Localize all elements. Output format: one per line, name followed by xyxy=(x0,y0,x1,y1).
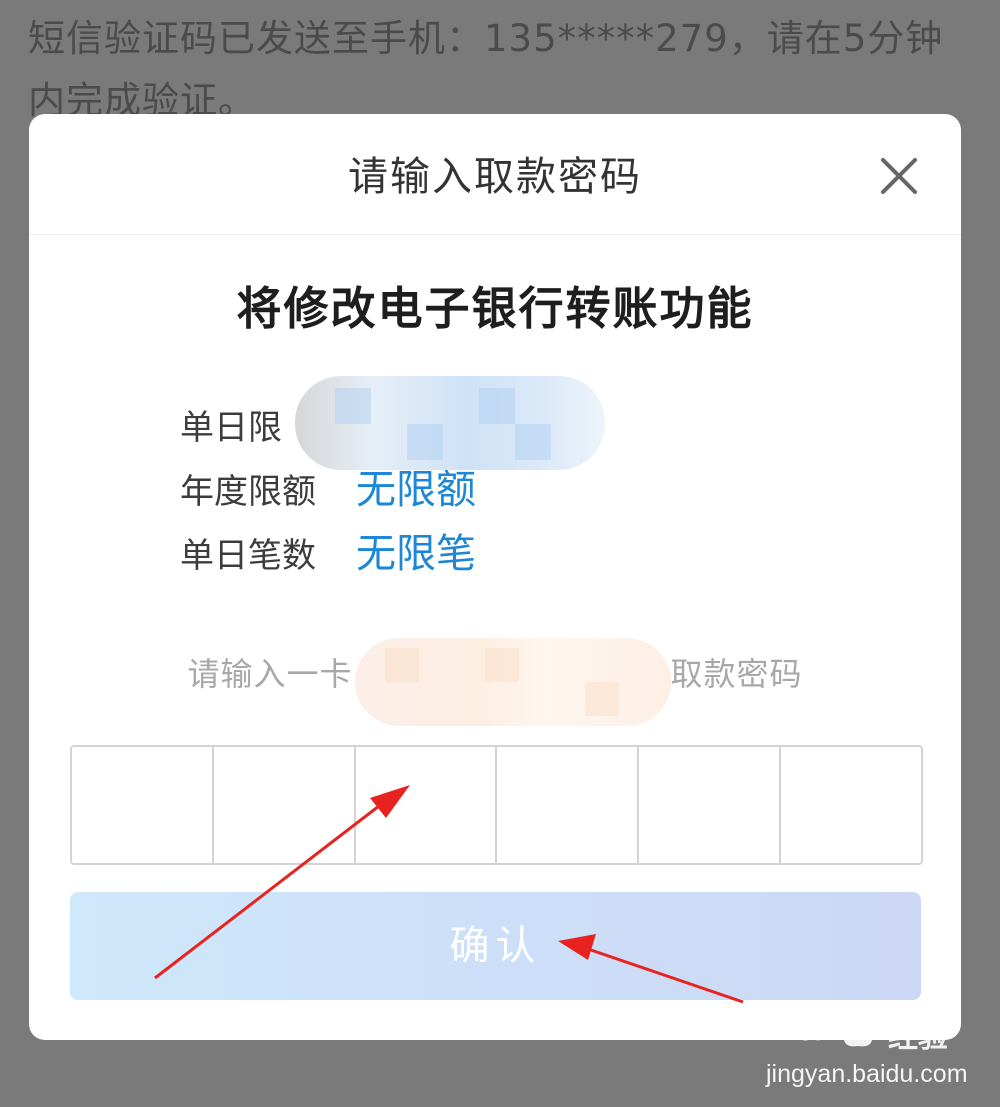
limit-label: 单日笔数 xyxy=(180,536,316,576)
watermark-brand: 经验 xyxy=(888,1020,948,1055)
password-hint-start: 请输入一卡 xyxy=(187,655,353,693)
dialog-header: 请输入取款密码 xyxy=(29,114,961,235)
withdraw-password-dialog: 请输入取款密码 将修改电子银行转账功能 单日限 年度限额 无限额 单日笔数 无限笔 … xyxy=(29,114,961,1040)
dialog-heading: 将修改电子银行转账功能 xyxy=(236,282,754,335)
limit-value: 无限笔 xyxy=(356,531,476,577)
password-hint-end: 取款密码 xyxy=(670,655,803,693)
close-icon[interactable] xyxy=(873,150,925,202)
pin-cell[interactable] xyxy=(639,747,782,863)
paw-icon xyxy=(840,1001,878,1047)
baidu-jingyan-watermark: Bai du 经验 jingyan.baidu.com xyxy=(766,1000,968,1096)
redaction-blur xyxy=(295,376,605,470)
pin-cell[interactable] xyxy=(781,747,921,863)
redaction-blur xyxy=(355,638,671,726)
limit-row-count: 单日笔数 无限笔 xyxy=(180,522,476,586)
confirm-button[interactable]: 确认 xyxy=(70,892,921,1000)
pin-cell[interactable] xyxy=(356,747,498,863)
pin-cell[interactable] xyxy=(214,747,356,863)
password-input[interactable] xyxy=(70,745,923,865)
limit-value: 无限额 xyxy=(356,467,476,513)
dialog-title: 请输入取款密码 xyxy=(348,154,642,200)
limit-label: 年度限额 xyxy=(180,472,316,512)
watermark-url: jingyan.baidu.com xyxy=(766,1060,968,1088)
pin-cell[interactable] xyxy=(72,747,214,863)
pin-cell[interactable] xyxy=(497,747,640,863)
